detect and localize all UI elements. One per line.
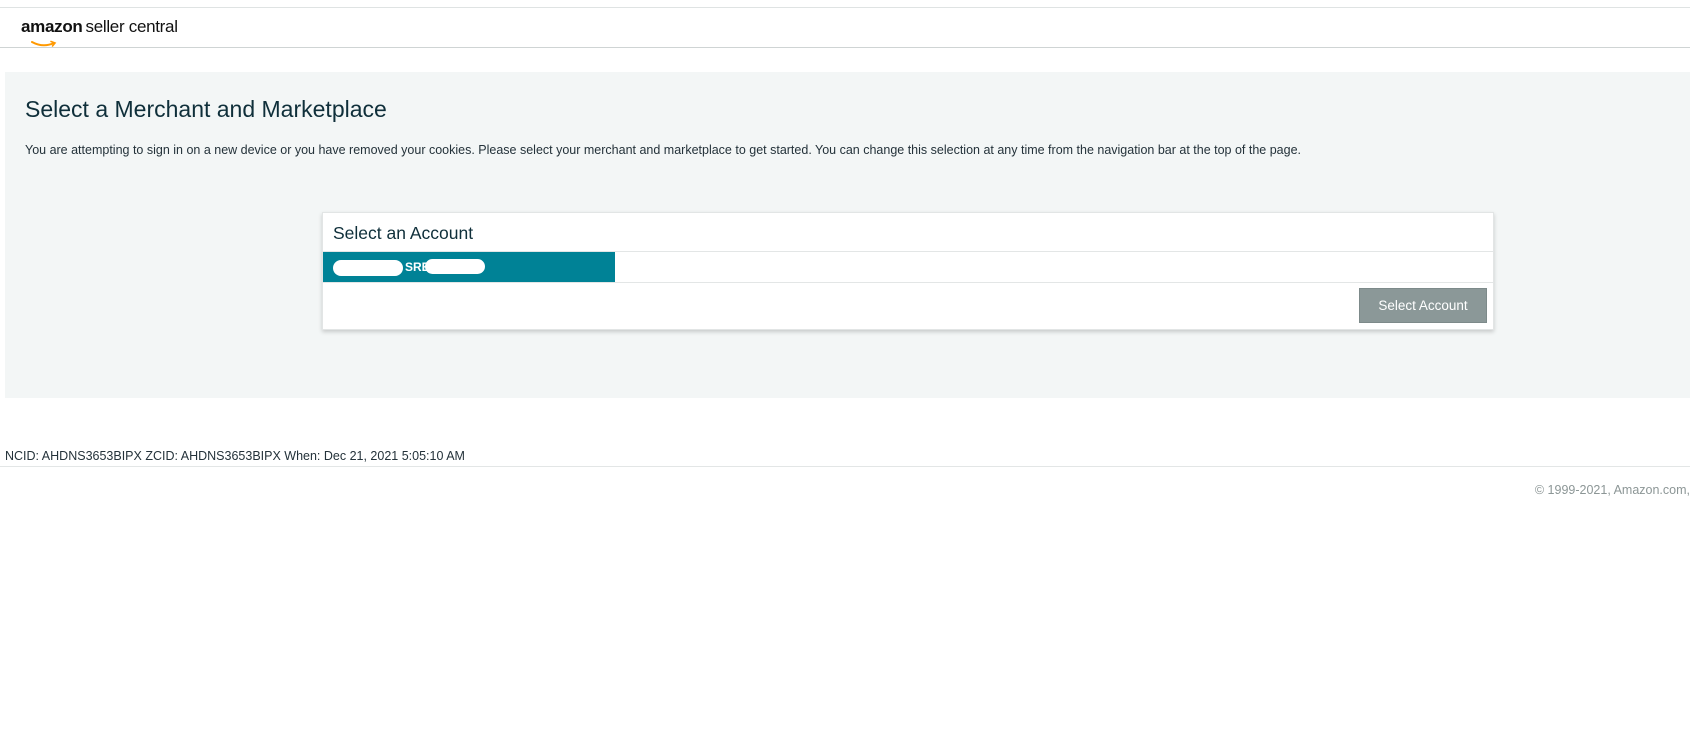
redaction-mark — [333, 260, 403, 276]
account-selection-card: Select an Account SRE Select Account — [322, 212, 1494, 330]
select-account-button[interactable]: Select Account — [1359, 288, 1487, 323]
divider — [323, 282, 1493, 283]
copyright-text: © 1999-2021, Amazon.com, — [1534, 483, 1690, 497]
footer-divider — [0, 466, 1690, 467]
redaction-mark — [425, 259, 485, 274]
account-list: SRE — [323, 252, 1493, 282]
card-title: Select an Account — [333, 223, 474, 243]
logo-brand-text: amazon — [21, 17, 83, 36]
page-description: You are attempting to sign in on a new d… — [25, 143, 1302, 157]
page-title: Select a Merchant and Marketplace — [25, 96, 387, 122]
header-bar: amazon seller central — [0, 8, 1690, 48]
logo-product-text: seller central — [85, 17, 178, 36]
session-info: NCID: AHDNS3653BIPX ZCID: AHDNS3653BIPX … — [5, 449, 465, 463]
amazon-smile-icon — [31, 40, 57, 47]
merchant-selection-panel: Select a Merchant and Marketplace You ar… — [5, 72, 1690, 398]
account-option-selected[interactable]: SRE — [323, 252, 615, 282]
seller-central-logo[interactable]: amazon seller central — [21, 17, 178, 49]
